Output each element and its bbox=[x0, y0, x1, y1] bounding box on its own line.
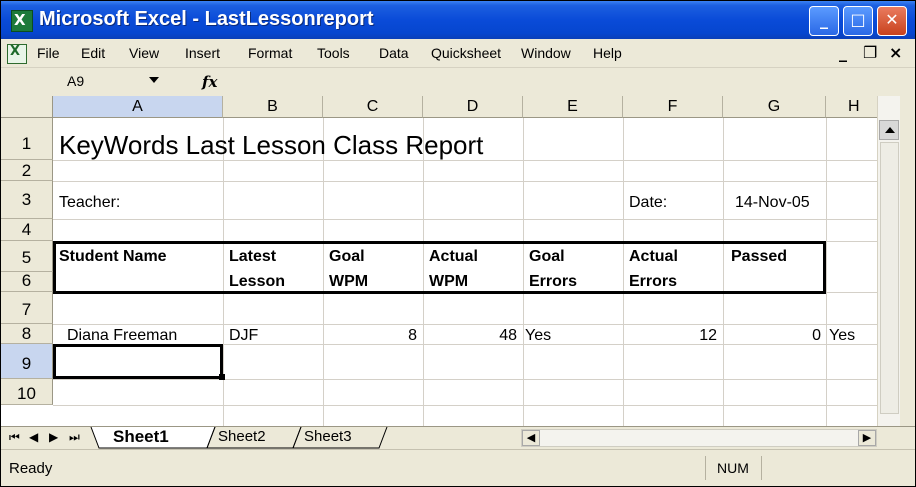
row-header-4[interactable]: 4 bbox=[1, 219, 53, 241]
scroll-left-icon[interactable]: ◀ bbox=[522, 430, 540, 446]
menu-view[interactable]: View bbox=[129, 45, 159, 61]
horizontal-scrollbar[interactable]: ◀ ▶ bbox=[521, 429, 877, 447]
report-title-cell[interactable]: KeyWords Last Lesson Class Report bbox=[59, 130, 483, 161]
gridline bbox=[53, 324, 877, 325]
sheet-tab-sheet1[interactable]: Sheet1 bbox=[109, 427, 173, 447]
gridline bbox=[53, 379, 877, 380]
excel-app-icon-glyph: X bbox=[14, 11, 26, 29]
prev-sheet-icon[interactable]: ◀ bbox=[29, 430, 38, 444]
excel-app-icon[interactable]: X bbox=[11, 10, 33, 32]
goal-errors-cell[interactable]: Yes bbox=[525, 327, 551, 345]
sheet-tab-bar: ⏮ ◀ ▶ ⏭ Sheet1 Sheet2 Sheet3 ◀ ▶ bbox=[1, 426, 915, 449]
minimize-button[interactable]: _ bbox=[809, 6, 839, 36]
gridline bbox=[53, 405, 877, 406]
menu-insert[interactable]: Insert bbox=[185, 45, 220, 61]
column-header-e[interactable]: E bbox=[523, 96, 623, 118]
workbook-close-button[interactable]: × bbox=[889, 43, 902, 62]
formula-input[interactable] bbox=[231, 73, 911, 91]
first-sheet-icon[interactable]: ⏮ bbox=[9, 430, 20, 445]
workbook-restore-button[interactable]: ❐ bbox=[863, 43, 877, 62]
menu-help[interactable]: Help bbox=[593, 45, 622, 61]
column-header-b[interactable]: B bbox=[223, 96, 323, 118]
column-header-f[interactable]: F bbox=[623, 96, 723, 118]
table-header-border bbox=[53, 241, 826, 294]
column-header-a[interactable]: A bbox=[53, 96, 223, 118]
status-divider bbox=[705, 456, 706, 480]
scroll-up-icon[interactable] bbox=[879, 120, 899, 140]
row-header-1[interactable]: 1 bbox=[1, 118, 53, 160]
column-header-g[interactable]: G bbox=[723, 96, 826, 118]
last-sheet-icon[interactable]: ⏭ bbox=[69, 430, 80, 445]
menu-window[interactable]: Window bbox=[521, 45, 571, 61]
name-box-dropdown-icon[interactable] bbox=[149, 77, 159, 83]
status-divider bbox=[761, 456, 762, 480]
menu-file[interactable]: File bbox=[37, 45, 60, 61]
workbook-icon[interactable]: X bbox=[7, 44, 27, 64]
menu-quicksheet[interactable]: Quicksheet bbox=[431, 45, 501, 61]
teacher-label-cell[interactable]: Teacher: bbox=[59, 194, 120, 212]
menu-edit[interactable]: Edit bbox=[81, 45, 105, 61]
row-header-8[interactable]: 8 bbox=[1, 324, 53, 344]
column-header-h[interactable]: H bbox=[826, 96, 877, 118]
active-cell-a9[interactable] bbox=[53, 344, 223, 379]
vertical-scroll-thumb[interactable] bbox=[880, 142, 899, 414]
passed-cell[interactable]: 0 bbox=[723, 327, 821, 345]
status-bar: Ready NUM bbox=[1, 449, 915, 486]
menu-bar: X File Edit View Insert Format Tools Dat… bbox=[1, 39, 915, 67]
maximize-button[interactable]: □ bbox=[843, 6, 873, 36]
row-header-6[interactable]: 6 bbox=[1, 272, 53, 292]
worksheet-grid[interactable]: A B C D E F G H 1 2 3 4 5 6 7 8 9 10 Key… bbox=[1, 96, 877, 426]
date-value-cell[interactable]: 14-Nov-05 bbox=[735, 194, 810, 212]
row-header-10[interactable]: 10 bbox=[1, 379, 53, 405]
status-ready: Ready bbox=[9, 460, 53, 477]
latest-lesson-cell[interactable]: DJF bbox=[229, 327, 258, 345]
scroll-right-icon[interactable]: ▶ bbox=[858, 430, 876, 446]
student-name-cell[interactable]: Diana Freeman bbox=[67, 327, 177, 345]
row-header-2[interactable]: 2 bbox=[1, 160, 53, 181]
workbook-minimize-button[interactable]: _ bbox=[839, 43, 847, 62]
column-header-d[interactable]: D bbox=[423, 96, 523, 118]
goal-wpm-cell[interactable]: 8 bbox=[323, 327, 417, 345]
row-header-7[interactable]: 7 bbox=[1, 292, 53, 324]
gridline bbox=[53, 219, 877, 220]
column-header-c[interactable]: C bbox=[323, 96, 423, 118]
window-title: Microsoft Excel - LastLessonreport bbox=[39, 8, 374, 30]
fill-handle[interactable] bbox=[219, 374, 225, 380]
next-sheet-icon[interactable]: ▶ bbox=[49, 430, 58, 444]
close-button[interactable]: ✕ bbox=[877, 6, 907, 36]
column-h-cell[interactable]: Yes bbox=[829, 327, 855, 345]
sheet-tab-sheet3[interactable]: Sheet3 bbox=[300, 428, 356, 448]
title-bar[interactable]: X Microsoft Excel - LastLessonreport _ □… bbox=[1, 1, 915, 39]
date-label-cell[interactable]: Date: bbox=[629, 194, 667, 212]
actual-errors-cell[interactable]: 12 bbox=[623, 327, 717, 345]
workbook-icon-glyph: X bbox=[10, 44, 21, 59]
menu-format[interactable]: Format bbox=[248, 45, 292, 61]
sheet-tab-sheet2[interactable]: Sheet2 bbox=[214, 428, 270, 448]
vertical-scrollbar[interactable] bbox=[877, 96, 900, 426]
name-box[interactable]: A9 bbox=[45, 73, 165, 91]
actual-wpm-cell[interactable]: 48 bbox=[423, 327, 517, 345]
gridline bbox=[53, 181, 877, 182]
insert-function-icon[interactable]: fx bbox=[202, 73, 217, 91]
menu-tools[interactable]: Tools bbox=[317, 45, 350, 61]
select-all-corner[interactable] bbox=[1, 96, 53, 118]
excel-window: X Microsoft Excel - LastLessonreport _ □… bbox=[0, 0, 916, 487]
row-header-3[interactable]: 3 bbox=[1, 181, 53, 219]
row-header-9[interactable]: 9 bbox=[1, 344, 53, 379]
formula-bar: A9 fx bbox=[1, 67, 915, 96]
menu-data[interactable]: Data bbox=[379, 45, 409, 61]
status-num-lock: NUM bbox=[717, 460, 749, 476]
row-header-5[interactable]: 5 bbox=[1, 241, 53, 272]
